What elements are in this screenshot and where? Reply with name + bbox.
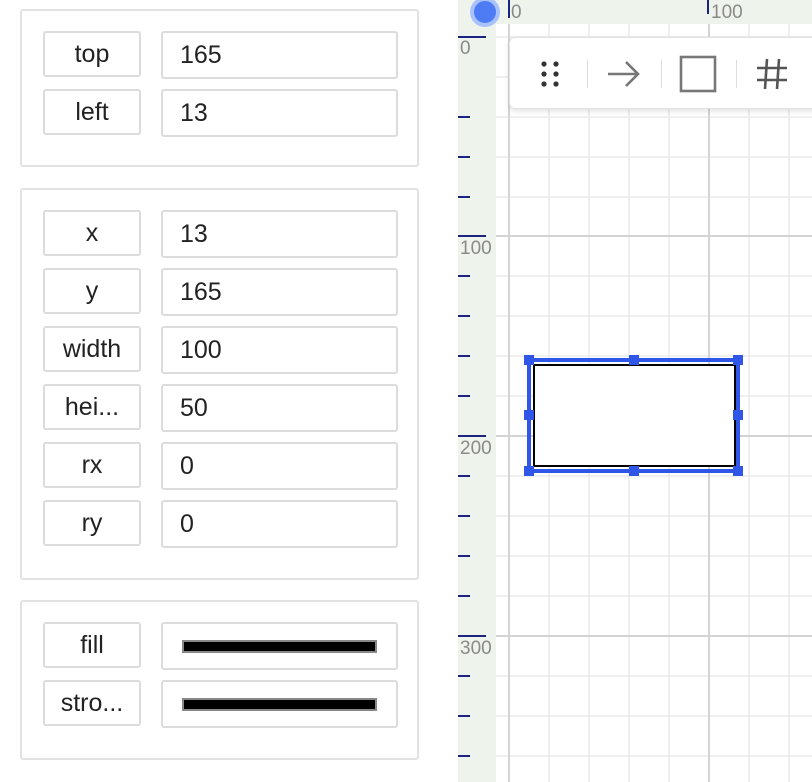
resize-handle-w[interactable] xyxy=(524,410,534,420)
ruler-top-label-100: 100 xyxy=(711,2,743,23)
x-label: x xyxy=(43,210,141,256)
resize-handle-nw[interactable] xyxy=(524,355,534,365)
toolbar-separator xyxy=(661,60,662,88)
resize-handle-se[interactable] xyxy=(733,466,743,476)
resize-handle-ne[interactable] xyxy=(733,355,743,365)
resize-handle-e[interactable] xyxy=(733,410,743,420)
ruler-left-label-0: 0 xyxy=(460,38,471,59)
vertical-ruler-ticks xyxy=(458,36,486,757)
drag-handle-icon[interactable] xyxy=(528,52,572,96)
stroke-label: stro... xyxy=(43,680,141,726)
rx-label: rx xyxy=(43,442,141,488)
resize-handle-n[interactable] xyxy=(629,355,639,365)
x-input[interactable] xyxy=(161,210,398,258)
canvas-shapes xyxy=(524,355,743,476)
position-panel: top left xyxy=(20,9,419,167)
left-input[interactable] xyxy=(161,89,398,137)
rectangle-shape[interactable] xyxy=(533,364,736,467)
height-input[interactable] xyxy=(161,384,398,432)
panel-gutter xyxy=(420,0,458,782)
width-input[interactable] xyxy=(161,326,398,374)
fill-label: fill xyxy=(43,622,141,668)
arrow-right-icon[interactable] xyxy=(602,52,646,96)
ruler-left-label-300: 300 xyxy=(460,638,492,659)
ry-input[interactable] xyxy=(161,500,398,548)
y-input[interactable] xyxy=(161,268,398,316)
resize-handle-s[interactable] xyxy=(629,466,639,476)
ruler-left-label-100: 100 xyxy=(460,238,492,259)
grid-icon[interactable] xyxy=(750,52,794,96)
top-label: top xyxy=(43,31,141,77)
ruler-left-label-200: 200 xyxy=(460,438,492,459)
vertical-ruler[interactable]: 0 100 200 300 xyxy=(458,24,496,782)
ry-label: ry xyxy=(43,500,141,546)
height-label: hei... xyxy=(43,384,141,430)
y-label: y xyxy=(43,268,141,314)
fill-color-swatch xyxy=(182,640,377,653)
top-input[interactable] xyxy=(161,31,398,79)
toolbar-separator xyxy=(736,60,737,88)
left-label: left xyxy=(43,89,141,135)
horizontal-ruler[interactable]: 0 100 xyxy=(458,0,812,24)
stroke-color-picker[interactable] xyxy=(161,680,398,728)
fill-color-picker[interactable] xyxy=(161,622,398,670)
rx-input[interactable] xyxy=(161,442,398,490)
style-panel: fill stro... xyxy=(20,600,419,760)
drawing-canvas[interactable] xyxy=(496,24,812,782)
canvas-toolbar xyxy=(509,37,812,109)
stroke-color-swatch xyxy=(182,698,377,711)
toolbar-separator xyxy=(587,60,588,88)
width-label: width xyxy=(43,326,141,372)
rectangle-icon[interactable] xyxy=(676,52,720,96)
ruler-top-label-0: 0 xyxy=(511,2,522,23)
resize-handle-sw[interactable] xyxy=(524,466,534,476)
geometry-panel: x y width hei... rx ry xyxy=(20,188,419,580)
